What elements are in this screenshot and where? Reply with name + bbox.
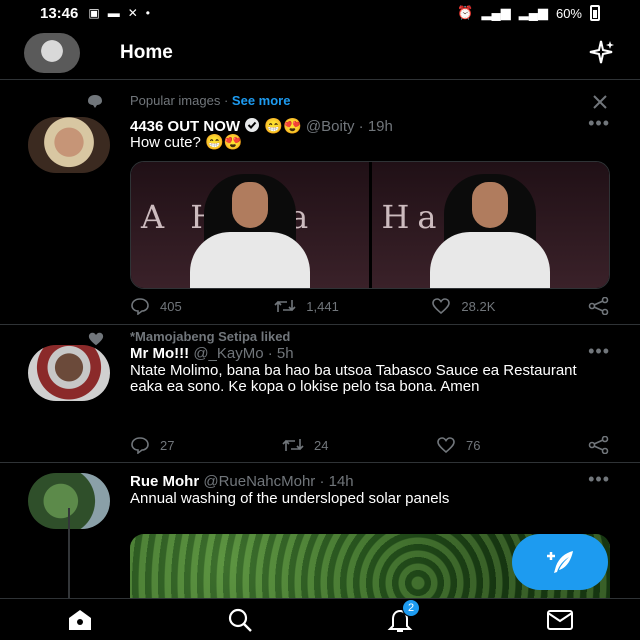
tweet-kaymo[interactable]: *Mamojabeng Setipa liked Mr Mo!!! @_KayM… [0,325,640,463]
search-icon [228,608,252,632]
nav-messages[interactable] [540,605,580,635]
retweet-button[interactable]: 24 [282,437,328,453]
alarm-icon: ⏰ [457,5,474,20]
sparkle-icon[interactable] [586,38,616,68]
signal-icon: ▂▄▆ [481,5,511,20]
timestamp: · 14h [319,473,354,490]
nav-notifications[interactable]: 2 [380,598,420,635]
handle: @RueNahcMohr [203,473,316,490]
tools-icon: ✕ [127,6,138,20]
retweet-count: 24 [314,437,329,453]
top-app-bar: Home [0,26,640,80]
status-time: 13:46 [40,4,79,22]
gallery-icon: ▣ [88,6,100,20]
retweet-icon [282,439,304,451]
more-icon[interactable]: ••• [588,469,610,490]
reply-icon [131,298,149,315]
media-photo-2[interactable]: HaHa [371,162,609,288]
popular-images-label: Popular images [130,93,221,108]
thread-line [68,508,70,598]
like-button[interactable]: 76 [436,436,480,454]
popular-icon [88,95,102,108]
display-name[interactable]: Rue Mohr [130,473,199,490]
heart-icon [432,298,451,315]
message-icon: ▬ [107,6,120,20]
see-more-link[interactable]: See more [232,93,291,108]
tweet-boity[interactable]: Popular images · See more 4436 OUT NOW 😁… [0,81,640,325]
bottom-nav: 2 [0,598,640,640]
signal-icon-2: ▂▄▆ [518,5,548,20]
avatar[interactable] [28,345,110,401]
tweet-media[interactable]: A HaHa HaHa [130,161,610,289]
compose-button[interactable] [512,534,608,590]
timestamp: · 5h [267,345,294,362]
like-button[interactable]: 28.2K [431,297,495,315]
status-right: ⏰ ▂▄▆ ▂▄▆ 60% [457,5,600,21]
more-icon[interactable]: ••• [588,341,610,362]
notification-badge: 2 [402,598,420,617]
reply-button[interactable]: 405 [130,297,182,315]
avatar[interactable] [28,117,110,173]
share-icon[interactable] [588,436,610,454]
status-bar: 13:46 ▣ ▬ ✕ • ⏰ ▂▄▆ ▂▄▆ 60% [0,0,640,26]
photo-face [231,182,268,228]
reply-button[interactable]: 27 [130,436,174,454]
like-count: 28.2K [461,298,496,314]
tweet-text: Annual washing of the undersloped solar … [130,490,450,507]
share-icon[interactable] [588,297,610,315]
liked-heart-icon [88,332,104,346]
tweet-header: Rue Mohr @RueNahcMohr · 14h [130,473,354,490]
home-icon [69,609,91,630]
tweet-header: 4436 OUT NOW 😁😍 @Boity · 19h [130,117,393,135]
handle: @Boity [305,118,355,135]
tweet-header: Mr Mo!!! @_KayMo · 5h [130,345,294,362]
action-bar: 27 24 76 [130,436,610,454]
close-icon[interactable] [592,94,608,110]
name-emoji: 😁😍 [264,118,302,135]
heart-icon [437,437,455,454]
tweet-text: How cute? 😁😍 [130,134,243,151]
social-context[interactable]: *Mamojabeng Setipa liked [130,329,290,344]
retweet-icon [274,300,296,312]
popular-separator: · [223,93,229,108]
page-title: Home [120,41,173,63]
profile-avatar[interactable] [24,32,80,73]
reply-icon [131,437,149,454]
tweet-text: Ntate Molimo, bana ba hao ba utsoa Tabas… [130,362,577,395]
popular-images-row: Popular images · See more [130,93,290,108]
compose-feather-icon [547,551,573,573]
battery-icon [590,5,600,21]
timestamp: · 19h [358,118,393,135]
action-bar: 405 1,441 28.2K [130,297,610,315]
display-name[interactable]: 4436 OUT NOW [130,118,240,135]
verified-icon [245,118,260,132]
photo-shirt-2 [430,232,551,288]
retweet-button[interactable]: 1,441 [274,298,339,314]
handle: @_KayMo [193,345,264,362]
reply-count: 405 [160,298,182,314]
more-icon[interactable]: ••• [588,113,610,134]
battery-text: 60% [555,5,582,21]
nav-search[interactable] [220,605,260,635]
display-name[interactable]: Mr Mo!!! [130,345,189,362]
photo-face-2 [472,182,509,228]
retweet-count: 1,441 [306,298,339,314]
photo-shirt [189,232,310,288]
dot-icon: • [145,6,150,20]
reply-count: 27 [160,437,175,453]
mail-icon [547,609,573,630]
media-photo-1[interactable]: A HaHa [131,162,369,288]
nav-home[interactable] [60,605,100,635]
like-count: 76 [466,437,481,453]
